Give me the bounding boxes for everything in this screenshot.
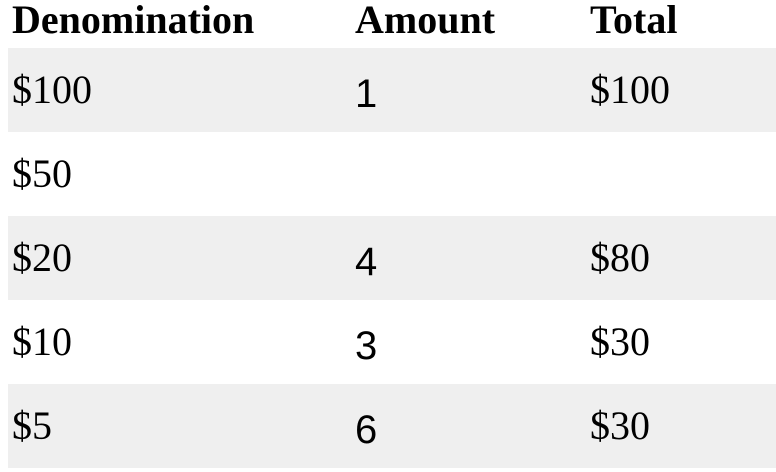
header-denomination: Denomination bbox=[12, 0, 255, 42]
table-row: $100 1 $100 bbox=[8, 48, 776, 132]
total-cell: $30 bbox=[590, 319, 650, 364]
table-row: $10 3 $30 bbox=[8, 300, 776, 384]
table-row: $20 4 $80 bbox=[8, 216, 776, 300]
denomination-cell: $10 bbox=[12, 319, 72, 364]
table-row: $5 6 $30 bbox=[8, 384, 776, 468]
header-amount: Amount bbox=[355, 0, 496, 42]
denomination-cell: $100 bbox=[12, 67, 92, 112]
header-total: Total bbox=[590, 0, 678, 42]
amount-cell: 6 bbox=[355, 408, 378, 452]
table-header-row: Denomination Amount Total bbox=[8, 0, 776, 48]
table-row: $50 bbox=[8, 132, 776, 216]
total-cell: $30 bbox=[590, 403, 650, 448]
denomination-cell: $5 bbox=[12, 403, 52, 448]
denomination-cell: $20 bbox=[12, 235, 72, 280]
amount-cell: 4 bbox=[355, 240, 378, 284]
amount-cell: 1 bbox=[355, 72, 378, 116]
total-cell: $80 bbox=[590, 235, 650, 280]
total-cell: $100 bbox=[590, 67, 670, 112]
amount-cell: 3 bbox=[355, 324, 378, 368]
denomination-table: Denomination Amount Total $100 1 $100 $5… bbox=[8, 0, 776, 468]
denomination-cell: $50 bbox=[12, 151, 72, 196]
